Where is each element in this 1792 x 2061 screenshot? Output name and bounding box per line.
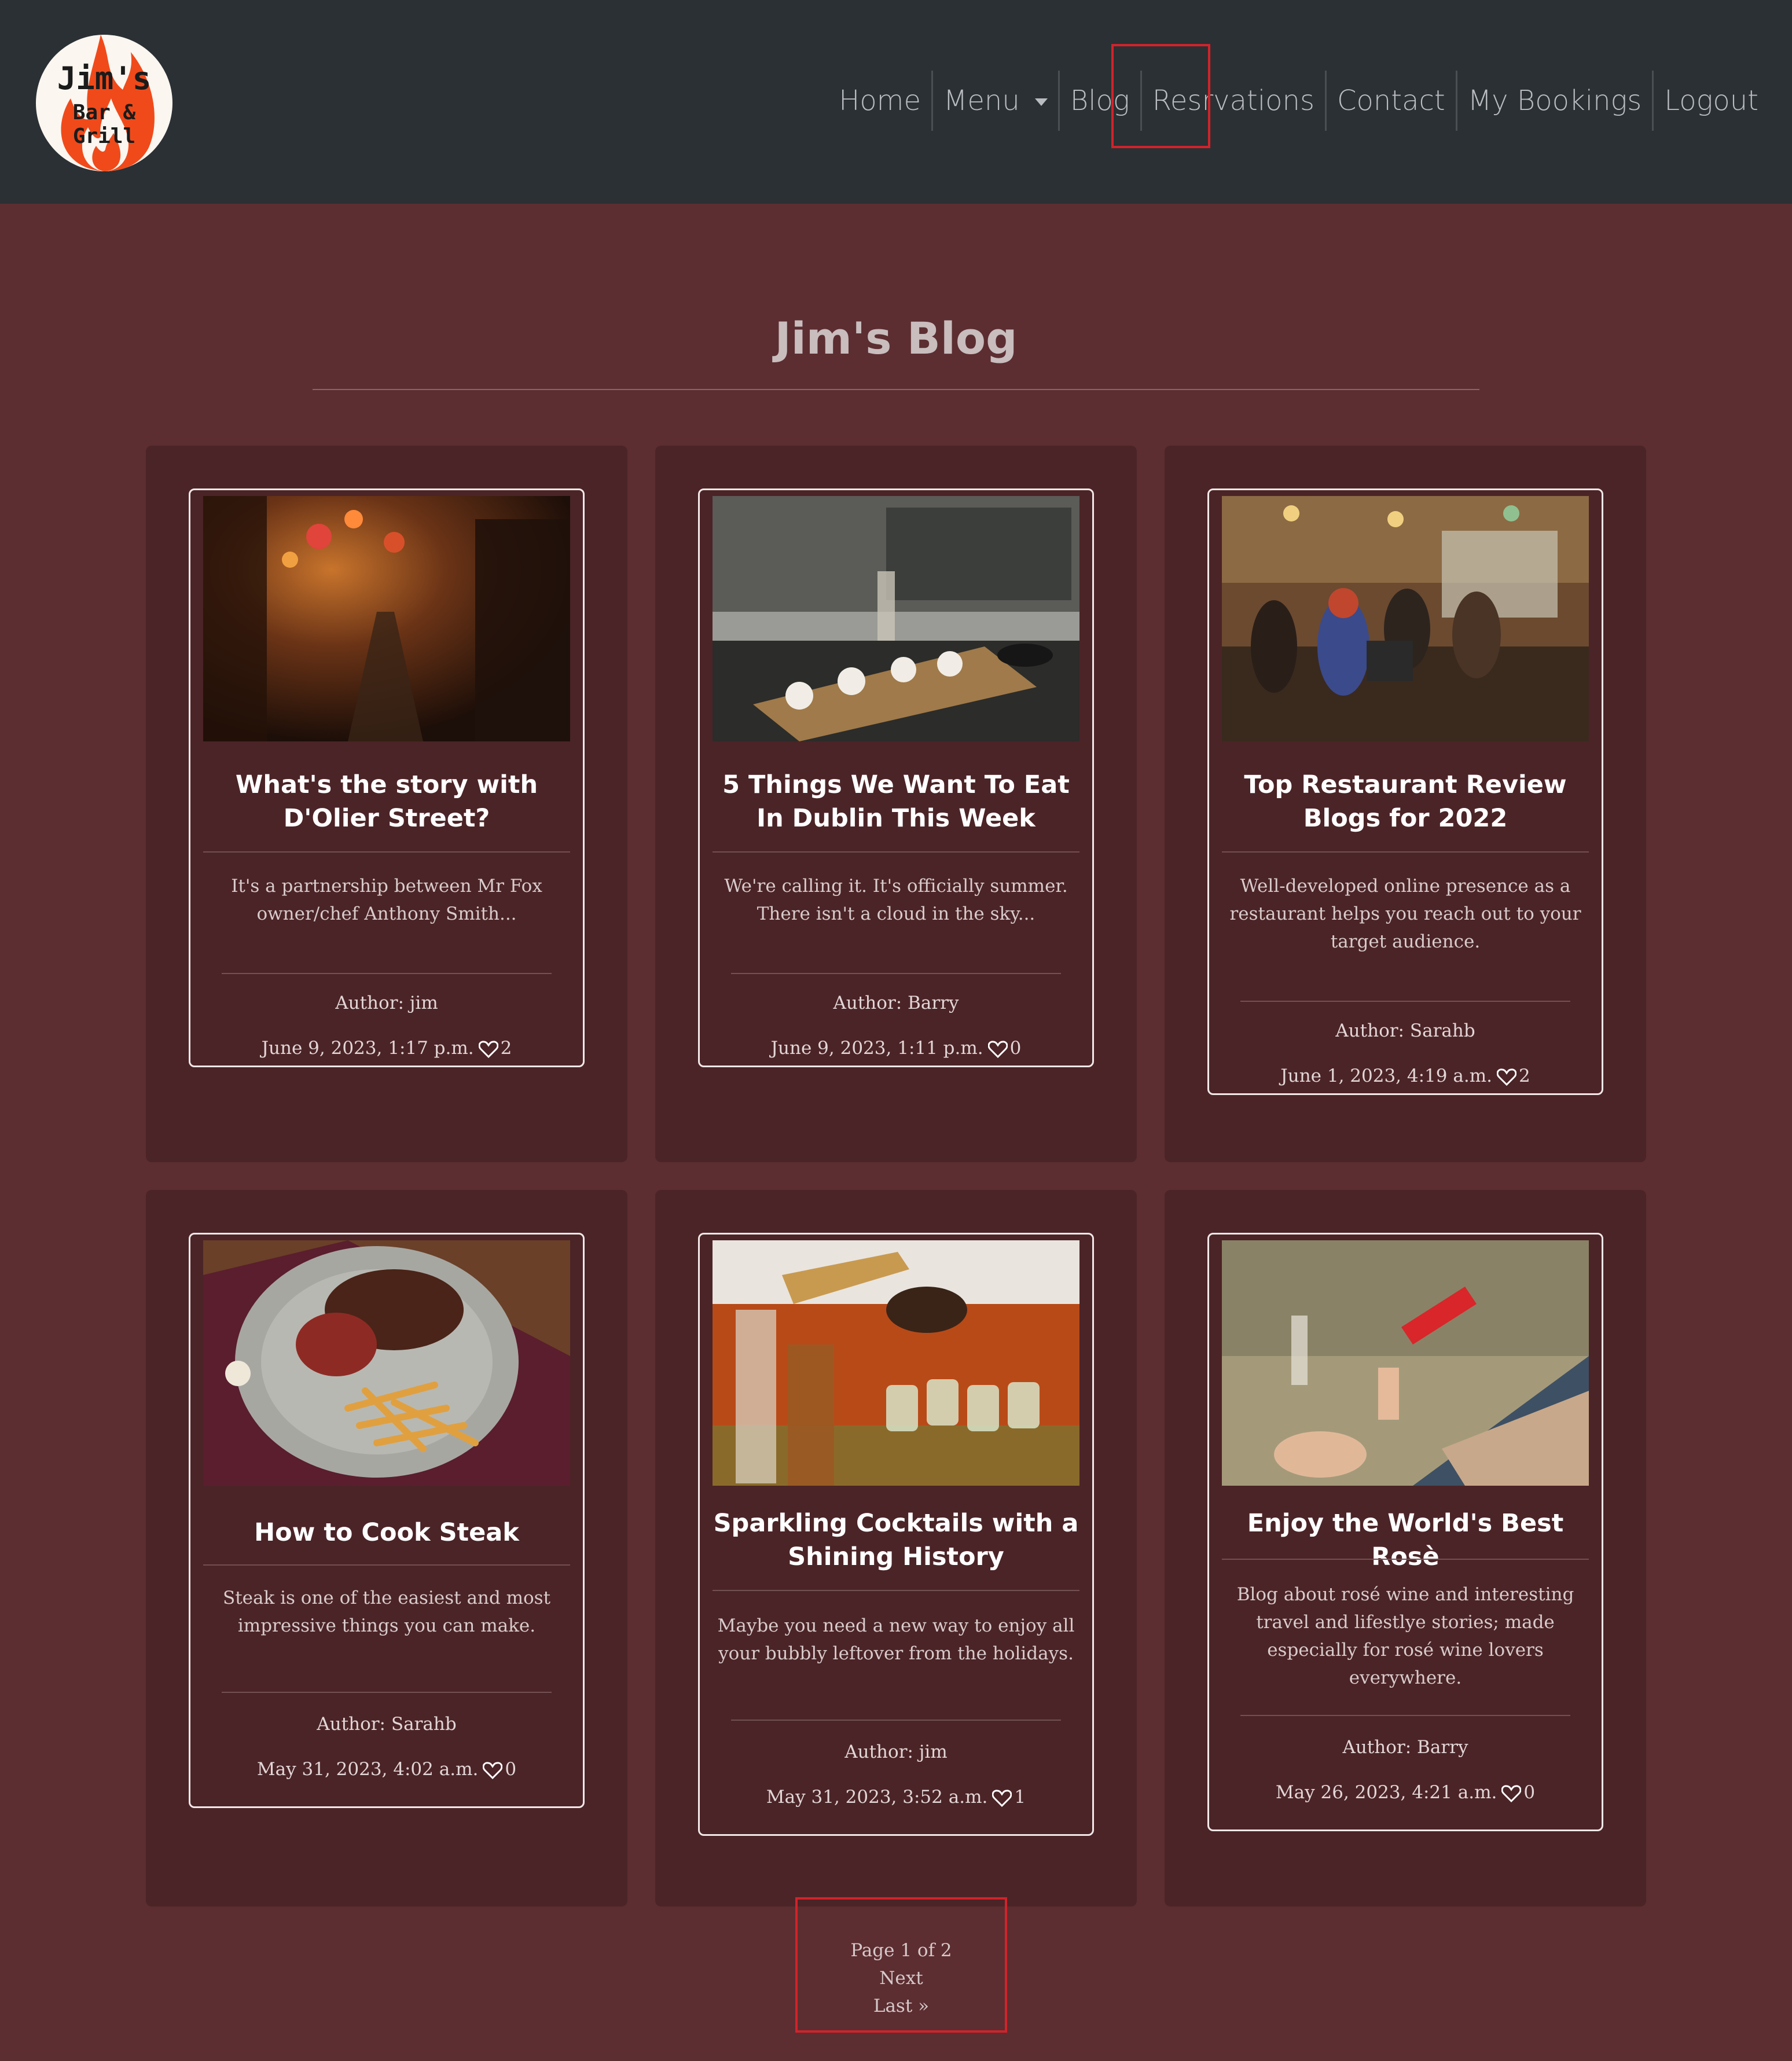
caret-down-icon: [1034, 98, 1048, 106]
post-meta: June 9, 2023, 1:11 p.m. 0: [700, 1038, 1092, 1059]
post-excerpt: Well-developed online presence as a rest…: [1229, 876, 1581, 952]
post-card[interactable]: What's the story with D'Olier Street? It…: [189, 488, 585, 1067]
post-title[interactable]: What's the story with D'Olier Street?: [201, 768, 572, 835]
nav-contact[interactable]: Contact: [1324, 71, 1456, 131]
post-title[interactable]: 5 Things We Want To Eat In Dublin This W…: [710, 768, 1082, 835]
post-image-tapas-board: [713, 496, 1079, 741]
nav-links: Home Menu Blog Resrvations Contact My Bo…: [828, 71, 1769, 131]
post-image-steak: [203, 1240, 570, 1486]
card-divider: [1240, 1715, 1570, 1716]
post-card[interactable]: Top Restaurant Review Blogs for 2022 Wel…: [1207, 488, 1603, 1095]
card-divider: [731, 973, 1061, 974]
like-count: 0: [505, 1759, 517, 1780]
card-divider: [731, 1720, 1061, 1721]
nav-menu-dropdown[interactable]: Menu: [931, 71, 1058, 131]
post-image-cocktails: [713, 1240, 1079, 1486]
heart-icon[interactable]: [1496, 1068, 1516, 1086]
card-divider: [713, 851, 1079, 853]
like-count: 0: [1523, 1782, 1536, 1803]
like-count: 2: [1518, 1066, 1530, 1086]
post-cell: Sparkling Cocktails with a Shining Histo…: [655, 1190, 1137, 1906]
post-cell: Enjoy the World's Best Rosè Blog about r…: [1165, 1190, 1646, 1906]
logo-text-jims: Jim's: [57, 60, 152, 97]
card-divider: [222, 973, 552, 974]
post-author: Author: Sarahb: [317, 1714, 457, 1735]
nav-home-label: Home: [839, 85, 921, 117]
post-cell: What's the story with D'Olier Street? It…: [146, 446, 627, 1162]
post-excerpt: Maybe you need a new way to enjoy all yo…: [717, 1615, 1075, 1664]
post-card[interactable]: Enjoy the World's Best Rosè Blog about r…: [1207, 1233, 1603, 1831]
page-status: Page 1 of 2: [850, 1940, 952, 1961]
post-title[interactable]: Top Restaurant Review Blogs for 2022: [1220, 768, 1591, 835]
like-count: 1: [1014, 1787, 1026, 1807]
blog-highlight-box: [1111, 44, 1210, 148]
nav-menu-label: Menu: [943, 85, 1020, 117]
post-excerpt: It's a partnership between Mr Fox owner/…: [231, 876, 542, 924]
post-card[interactable]: How to Cook Steak Steak is one of the ea…: [189, 1233, 585, 1808]
post-title[interactable]: Sparkling Cocktails with a Shining Histo…: [710, 1507, 1082, 1574]
nav-home[interactable]: Home: [828, 71, 931, 131]
nav-my-bookings[interactable]: My Bookings: [1455, 71, 1653, 131]
last-page-link[interactable]: Last »: [798, 1996, 1005, 2016]
post-excerpt: Blog about rosé wine and interesting tra…: [1236, 1584, 1574, 1688]
post-image-busy-restaurant: [1222, 496, 1589, 741]
post-author: Author: Barry: [1342, 1737, 1468, 1758]
next-page-link[interactable]: Next: [798, 1968, 1005, 1989]
like-count: 0: [1009, 1038, 1022, 1059]
post-excerpt: We're calling it. It's officially summer…: [724, 876, 1068, 924]
pagination: Page 1 of 2 Next Last »: [795, 1897, 1007, 2033]
card-divider: [222, 1692, 552, 1693]
post-cell: How to Cook Steak Steak is one of the ea…: [146, 1190, 627, 1906]
post-author: Author: jim: [844, 1742, 948, 1762]
heart-icon[interactable]: [1501, 1784, 1522, 1802]
post-excerpt: Steak is one of the easiest and most imp…: [222, 1588, 551, 1636]
card-divider: [1240, 1001, 1570, 1002]
nav-logout[interactable]: Logout: [1652, 71, 1769, 131]
post-meta: May 26, 2023, 4:21 a.m. 0: [1209, 1782, 1602, 1803]
card-divider: [1222, 1559, 1589, 1560]
card-divider: [1222, 851, 1589, 853]
post-cell: Top Restaurant Review Blogs for 2022 Wel…: [1165, 446, 1646, 1162]
heart-icon[interactable]: [987, 1040, 1008, 1058]
logo-text-bar-grill: Bar & Grill: [72, 101, 136, 148]
brand-logo[interactable]: Jim's Bar & Grill: [36, 35, 172, 171]
post-card[interactable]: Sparkling Cocktails with a Shining Histo…: [698, 1233, 1094, 1836]
post-date: June 9, 2023, 1:11 p.m.: [770, 1038, 983, 1059]
post-cell: 5 Things We Want To Eat In Dublin This W…: [655, 446, 1137, 1162]
heart-icon[interactable]: [478, 1040, 498, 1058]
navbar: Jim's Bar & Grill Home Menu Blog Resrvat…: [0, 0, 1792, 204]
nav-contact-label: Contact: [1336, 85, 1445, 117]
heart-icon[interactable]: [483, 1761, 503, 1779]
post-meta: May 31, 2023, 3:52 a.m. 1: [700, 1787, 1092, 1807]
nav-logout-label: Logout: [1664, 85, 1758, 117]
card-divider: [713, 1590, 1079, 1591]
card-divider: [203, 851, 570, 853]
post-title[interactable]: How to Cook Steak: [201, 1516, 572, 1549]
post-date: June 9, 2023, 1:17 p.m.: [261, 1038, 474, 1059]
like-count: 2: [500, 1038, 512, 1059]
post-meta: May 31, 2023, 4:02 a.m. 0: [190, 1759, 583, 1780]
post-author: Author: Sarahb: [1335, 1020, 1475, 1041]
post-date: May 31, 2023, 4:02 a.m.: [256, 1759, 479, 1780]
post-title[interactable]: Enjoy the World's Best Rosè: [1220, 1507, 1591, 1574]
post-date: May 26, 2023, 4:21 a.m.: [1275, 1782, 1497, 1803]
post-image-rose-wine: [1222, 1240, 1589, 1486]
nav-my-bookings-label: My Bookings: [1467, 85, 1642, 117]
post-author: Author: jim: [335, 993, 438, 1013]
page-title: Jim's Blog: [774, 313, 1018, 364]
post-meta: June 9, 2023, 1:17 p.m. 2: [190, 1038, 583, 1059]
post-date: June 1, 2023, 4:19 a.m.: [1280, 1066, 1492, 1086]
post-meta: June 1, 2023, 4:19 a.m. 2: [1209, 1066, 1602, 1086]
post-author: Author: Barry: [833, 993, 959, 1013]
title-divider: [313, 389, 1479, 390]
card-divider: [203, 1564, 570, 1566]
post-image-night-alley: [203, 496, 570, 741]
post-date: May 31, 2023, 3:52 a.m.: [766, 1787, 988, 1807]
post-card[interactable]: 5 Things We Want To Eat In Dublin This W…: [698, 488, 1094, 1067]
heart-icon[interactable]: [992, 1789, 1012, 1807]
